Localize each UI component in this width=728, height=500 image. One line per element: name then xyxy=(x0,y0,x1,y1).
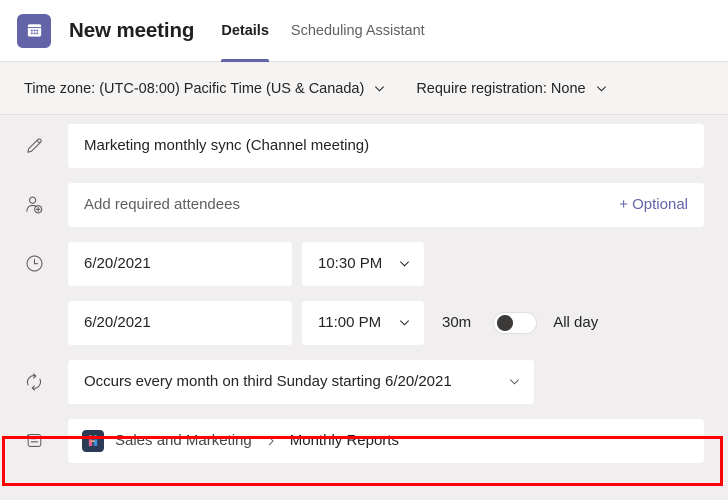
chevron-down-icon xyxy=(373,82,386,95)
end-time-value: 11:00 PM xyxy=(318,314,382,331)
channel-selector[interactable]: Sales and Marketing Monthly Reports xyxy=(68,418,704,463)
channel-icon xyxy=(0,430,68,451)
window-header: New meeting Details Scheduling Assistant xyxy=(0,0,728,62)
start-time-dropdown[interactable]: 10:30 PM xyxy=(302,241,424,286)
new-meeting-window: New meeting Details Scheduling Assistant… xyxy=(0,0,728,500)
person-add-icon xyxy=(0,194,68,216)
timezone-selector[interactable]: Time zone: (UTC-08:00) Pacific Time (US … xyxy=(24,81,386,97)
team-avatar-icon xyxy=(82,429,104,452)
pencil-icon xyxy=(0,135,68,156)
all-day-label: All day xyxy=(553,314,599,331)
tab-bar: Details Scheduling Assistant xyxy=(210,0,435,62)
end-datetime-row: 6/20/2021 11:00 PM 30m All day xyxy=(0,293,728,352)
attendees-placeholder: Add required attendees xyxy=(84,196,240,213)
chevron-right-icon xyxy=(265,435,277,447)
end-date-value: 6/20/2021 xyxy=(84,314,151,331)
end-date-input[interactable]: 6/20/2021 xyxy=(68,300,292,345)
chevron-down-icon xyxy=(508,375,521,388)
all-day-toggle[interactable] xyxy=(493,311,538,334)
all-day-toggle-knob xyxy=(497,314,514,331)
chevron-down-icon xyxy=(595,82,608,95)
calendar-icon xyxy=(17,13,51,48)
chevron-down-icon xyxy=(398,316,411,329)
page-title: New meeting xyxy=(69,18,195,42)
tab-details[interactable]: Details xyxy=(210,0,280,62)
tab-scheduling-assistant[interactable]: Scheduling Assistant xyxy=(280,0,436,62)
meeting-form: Marketing monthly sync (Channel meeting)… xyxy=(0,116,728,470)
end-time-dropdown[interactable]: 11:00 PM xyxy=(302,300,424,345)
channel-name: Monthly Reports xyxy=(289,432,399,449)
require-registration-selector[interactable]: Require registration: None xyxy=(416,81,607,97)
channel-row: Sales and Marketing Monthly Reports xyxy=(0,411,728,470)
start-datetime-row: 6/20/2021 10:30 PM xyxy=(0,234,728,293)
meeting-title-row: Marketing monthly sync (Channel meeting) xyxy=(0,116,728,175)
registration-label: Require registration: None xyxy=(416,80,586,97)
repeat-icon xyxy=(0,371,68,393)
team-name: Sales and Marketing xyxy=(115,432,252,449)
attendees-row: Add required attendees + Optional xyxy=(0,175,728,234)
start-date-value: 6/20/2021 xyxy=(84,255,151,272)
clock-icon xyxy=(0,253,68,274)
meeting-title-value: Marketing monthly sync (Channel meeting) xyxy=(84,137,370,154)
meeting-duration-label: 30m xyxy=(442,314,472,331)
chevron-down-icon xyxy=(398,257,411,270)
meeting-title-input[interactable]: Marketing monthly sync (Channel meeting) xyxy=(68,123,704,168)
recurrence-value: Occurs every month on third Sunday start… xyxy=(84,373,452,390)
start-time-value: 10:30 PM xyxy=(318,255,383,272)
attendees-input[interactable]: Add required attendees + Optional xyxy=(68,182,704,227)
meeting-options-bar: Time zone: (UTC-08:00) Pacific Time (US … xyxy=(0,63,728,115)
start-date-input[interactable]: 6/20/2021 xyxy=(68,241,292,286)
recurrence-row: Occurs every month on third Sunday start… xyxy=(0,352,728,411)
recurrence-dropdown[interactable]: Occurs every month on third Sunday start… xyxy=(68,359,534,404)
add-optional-attendees-button[interactable]: + Optional xyxy=(619,196,688,213)
timezone-label: Time zone: (UTC-08:00) Pacific Time (US … xyxy=(24,80,365,97)
